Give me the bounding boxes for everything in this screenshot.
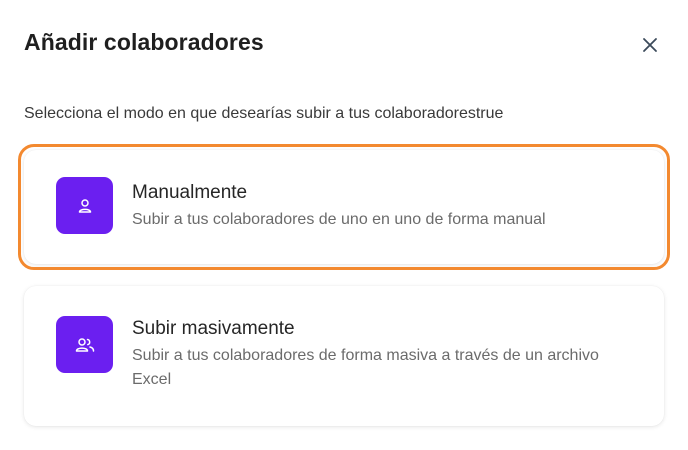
option-bulk-upload[interactable]: Subir masivamente Subir a tus colaborado… <box>24 286 664 426</box>
manual-icon-box <box>56 177 113 234</box>
bulk-icon-box <box>56 316 113 373</box>
close-button[interactable] <box>638 33 662 57</box>
dialog-subtitle: Selecciona el modo en que desearías subi… <box>24 105 504 122</box>
users-icon <box>75 337 94 352</box>
option-bulk-title: Subir masivamente <box>132 318 295 339</box>
close-icon <box>643 38 657 52</box>
option-bulk-description: Subir a tus colaboradores de forma masiv… <box>132 347 599 388</box>
dialog-title: Añadir colaboradores <box>24 29 264 55</box>
option-manual-description: Subir a tus colaboradores de uno en uno … <box>132 211 546 228</box>
option-manual-title: Manualmente <box>132 182 248 203</box>
option-manual[interactable]: Manualmente Subir a tus colaboradores de… <box>24 150 664 264</box>
user-icon <box>78 198 91 213</box>
add-collaborators-dialog: Añadir colaboradores Selecciona el modo … <box>0 0 688 450</box>
